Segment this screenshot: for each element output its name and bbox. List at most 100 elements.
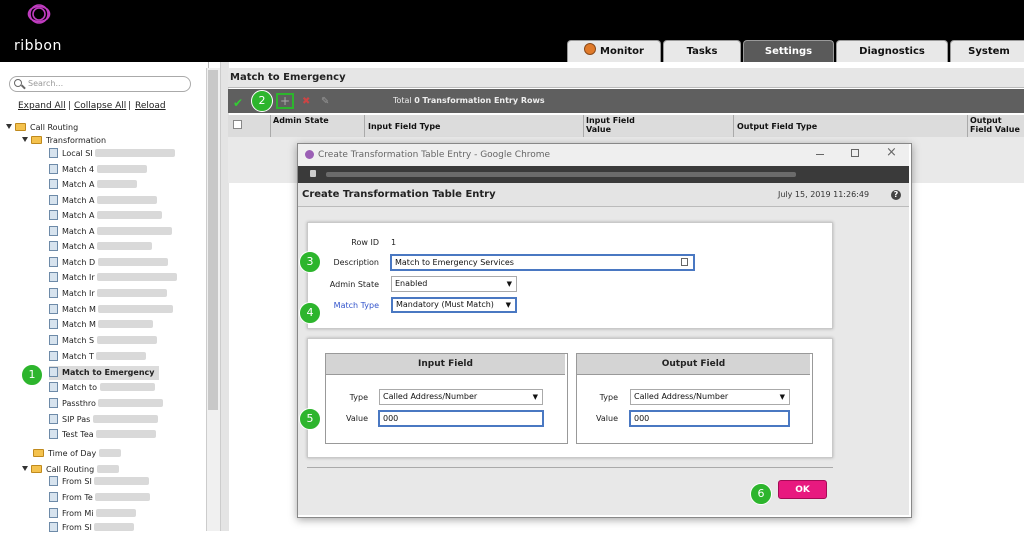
document-icon [49,210,58,220]
popup-date: July 15, 2019 11:26:49 [778,190,870,199]
tree-item[interactable]: From Mi [49,507,137,521]
edit-icon[interactable]: ✎ [321,96,329,107]
tree-label: Call Routing [46,465,95,474]
column-header-input-field-type[interactable]: Input Field Type [368,122,440,131]
tree-item[interactable]: Match A [49,209,162,223]
tree-label: SIP Pas [62,415,91,424]
tree-folder-transformation[interactable]: Transformation [22,134,106,148]
input-type-label: Type [349,393,368,402]
column-header-output-field-value[interactable]: Output Field Value [970,116,1024,134]
input-value-field[interactable]: 000 [378,410,544,427]
redacted-text [97,273,178,281]
tree-item[interactable]: Match D [49,256,168,270]
tab-settings[interactable]: Settings [743,40,834,62]
tree-label: From Te [62,493,93,502]
delete-icon[interactable]: ✖ [302,96,310,107]
output-field-title: Output Field [577,354,810,375]
tree-item[interactable]: From SI [49,521,135,535]
collapse-all-link[interactable]: Collapse All [74,101,126,111]
tree-item[interactable]: Match Ir [49,271,178,285]
redacted-text [92,415,158,423]
admin-state-value: Enabled [395,279,428,288]
close-icon[interactable]: × [886,145,897,160]
column-header-input-field-value[interactable]: Input Field Value [586,116,641,134]
save-check-icon[interactable]: ✔ [233,96,243,110]
total-count: 0 [414,96,420,105]
document-icon [49,476,58,486]
column-header-admin-state[interactable]: Admin State [273,116,333,125]
row-id-value: 1 [391,238,397,247]
tree-label: Match A [62,227,95,236]
tab-tasks[interactable]: Tasks [663,40,741,62]
total-prefix: Total [393,96,412,105]
tree-item[interactable]: Match M [49,318,154,332]
chevron-down-icon: ▼ [505,301,511,309]
document-icon [49,398,58,408]
redacted-text [96,336,157,344]
tree-item[interactable]: Match A [49,178,137,192]
output-value-field[interactable]: 000 [629,410,790,427]
tree-item[interactable]: From SI [49,475,150,489]
tree-item[interactable]: Match A [49,240,152,254]
tree-label: Match D [62,258,96,267]
column-header-output-field-type[interactable]: Output Field Type [737,122,817,131]
tab-diagnostics[interactable]: Diagnostics [836,40,948,62]
match-type-select[interactable]: Mandatory (Must Match) ▼ [391,297,517,313]
ok-button[interactable]: OK [778,480,827,499]
sidebar-scrollbar-thumb[interactable] [208,70,218,410]
reload-link[interactable]: Reload [135,101,166,111]
minimize-icon[interactable] [816,154,824,155]
tree-label: Match to [62,383,97,392]
tree-label: Passthro [62,399,96,408]
add-entry-button[interactable]: + [276,93,294,109]
tree-item[interactable]: Match T [49,350,147,364]
input-value-label: Value [346,414,368,423]
document-icon [49,414,58,424]
tree-item[interactable]: Match A [49,194,157,208]
tree-label: Match T [62,352,94,361]
tree-item[interactable]: Match M [49,303,174,317]
tree-item[interactable]: Match Ir [49,287,168,301]
document-icon [49,148,58,158]
tree-item[interactable]: SIP Pas [49,413,158,427]
tree-item[interactable]: Local SI [49,147,176,161]
text-expand-icon[interactable] [681,258,688,266]
tree-item[interactable]: Match to [49,381,155,395]
description-field[interactable]: Match to Emergency Services [390,254,695,271]
select-all-checkbox[interactable] [233,120,242,129]
total-rows-text: Total 0 Transformation Entry Rows [393,96,545,105]
tree-label: Match to Emergency [62,368,155,377]
redacted-text [97,289,168,297]
admin-state-select[interactable]: Enabled ▼ [391,276,517,292]
tree-item[interactable]: Match 4 [49,163,147,177]
tree-item[interactable]: Passthro [49,397,164,411]
document-icon [49,367,58,377]
expand-all-link[interactable]: Expand All [18,101,66,111]
help-icon[interactable]: ? [891,190,901,200]
step-marker-6: 6 [750,483,772,505]
tree-item[interactable]: Test Tea [49,428,157,442]
input-type-select[interactable]: Called Address/Number ▼ [379,389,543,405]
tree-folder-time-of-day[interactable]: Time of Day [33,447,121,461]
admin-state-label: Admin State [329,280,379,289]
tree-item[interactable]: From Te [49,491,151,505]
tab-monitor[interactable]: Monitor [567,40,661,62]
popup-header-title: Create Transformation Table Entry [302,189,496,200]
tree-item[interactable]: Match A [49,225,172,239]
folder-icon [31,136,42,144]
page-title: Match to Emergency [228,68,1024,88]
output-type-select[interactable]: Called Address/Number ▼ [630,389,790,405]
search-input[interactable]: Search... [9,76,191,92]
tree-folder-call-routing[interactable]: Call Routing [6,121,78,135]
maximize-icon[interactable] [851,149,859,157]
document-icon [49,272,58,282]
input-field-title: Input Field [326,354,565,375]
folder-icon [31,465,42,473]
match-type-label: Match Type [333,301,379,310]
tree-item-selected[interactable]: Match to Emergency [49,366,159,380]
general-panel [307,222,833,329]
redacted-text [96,211,162,219]
column-separator [733,115,734,137]
tab-system[interactable]: System [950,40,1024,62]
tree-item[interactable]: Match S [49,334,157,348]
